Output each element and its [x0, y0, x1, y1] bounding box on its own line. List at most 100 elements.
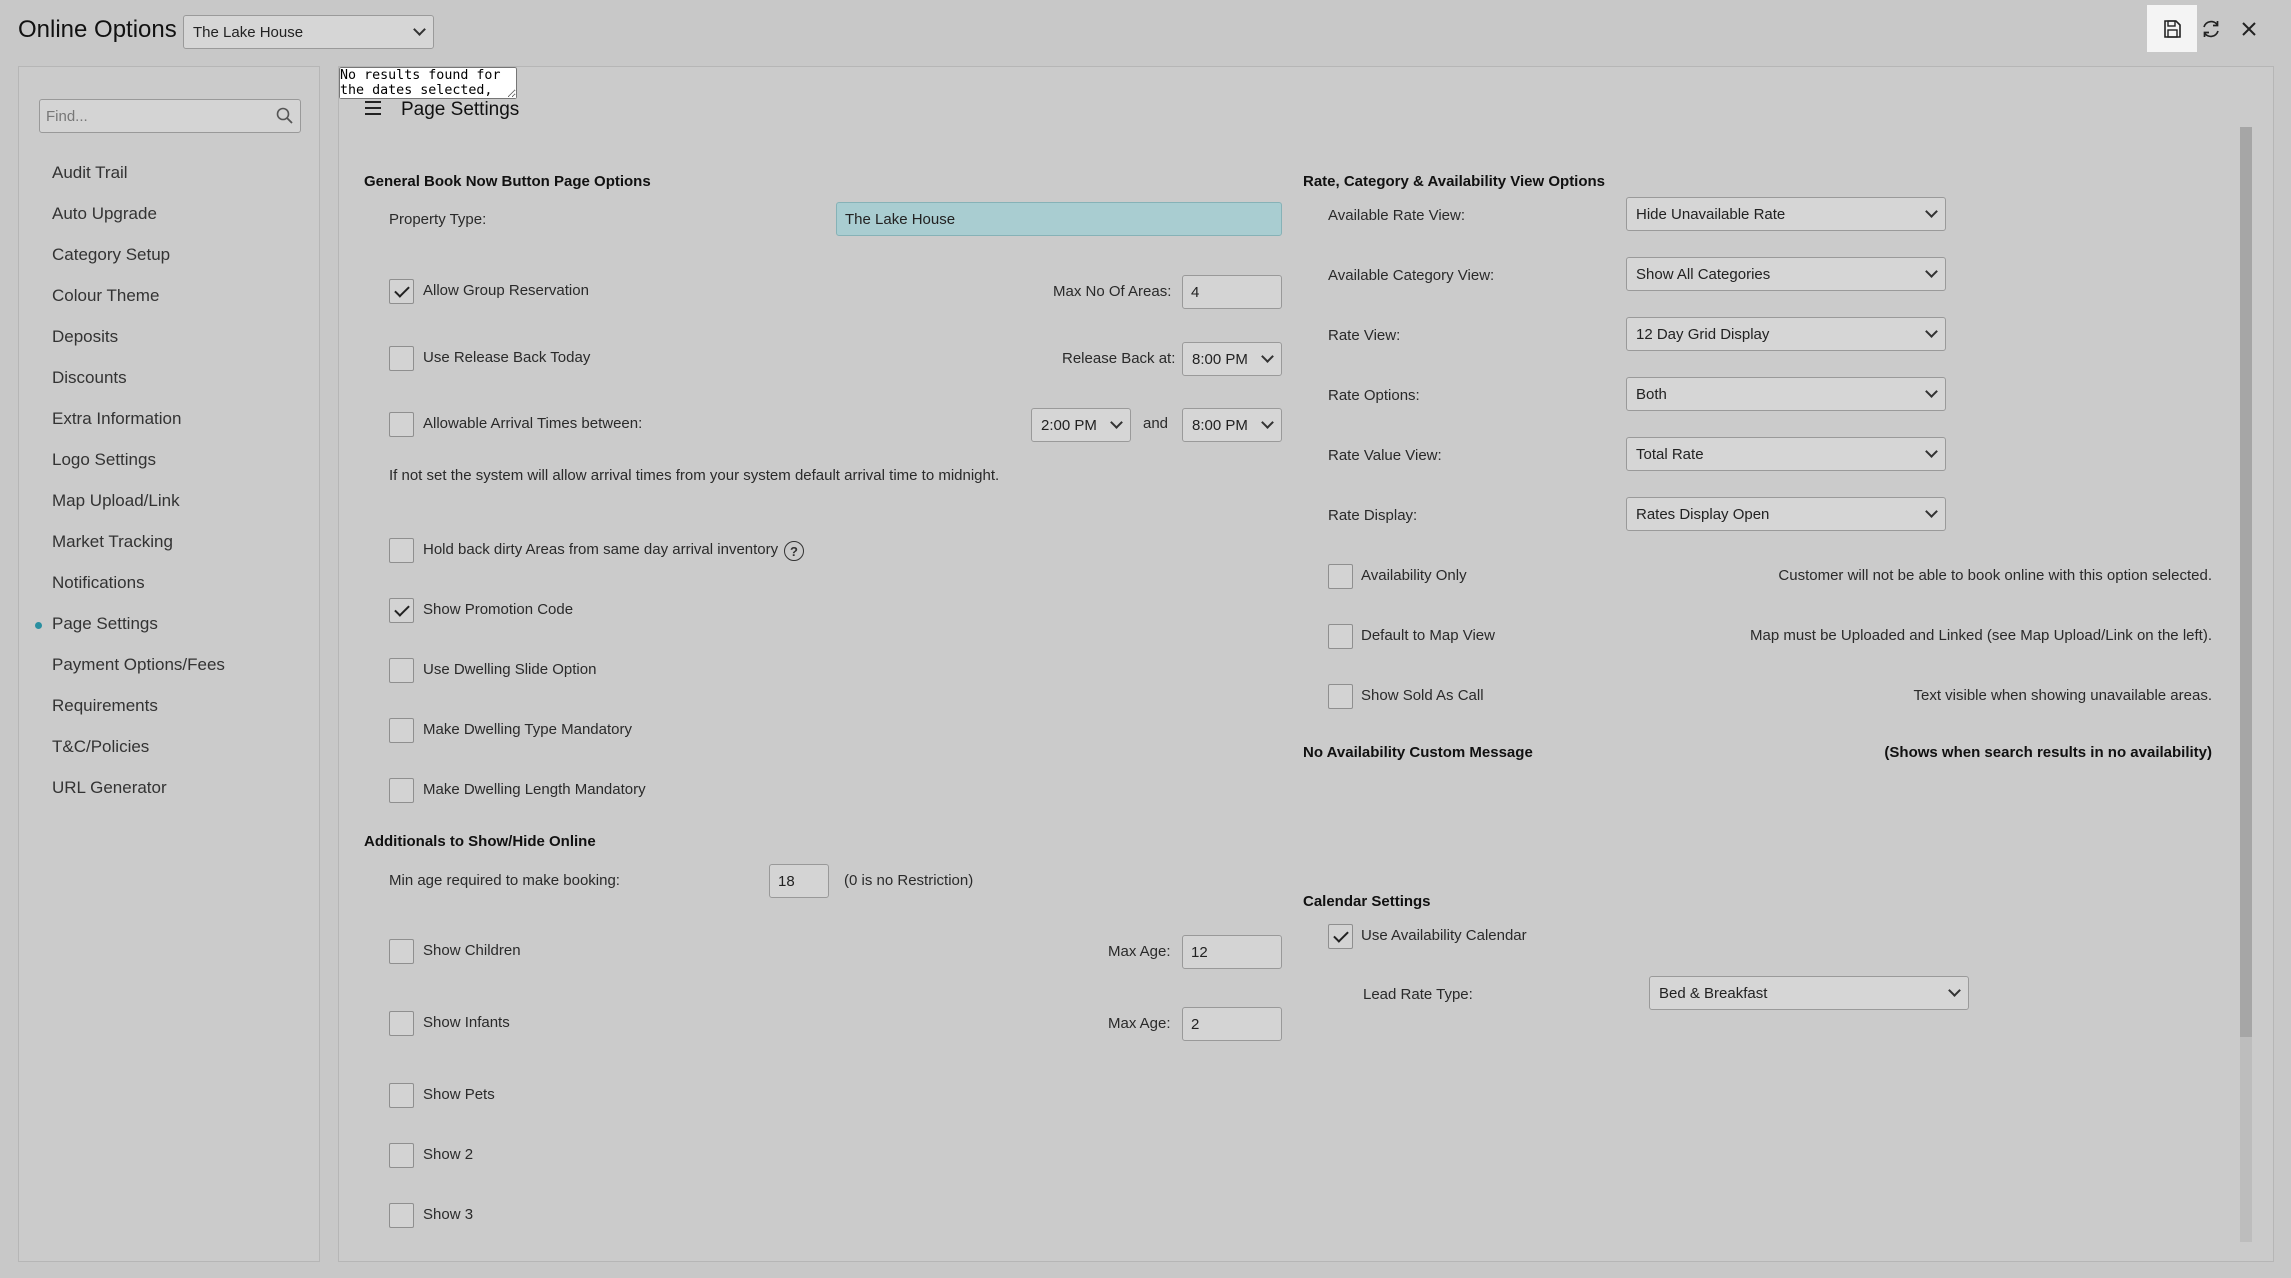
hold-back-checkbox[interactable] [389, 538, 414, 563]
use-calendar-label: Use Availability Calendar [1361, 927, 1527, 944]
chevron-down-icon [1110, 416, 1123, 429]
promo-code-label: Show Promotion Code [423, 601, 574, 618]
release-back-checkbox[interactable] [389, 346, 414, 371]
arrival-note: If not set the system will allow arrival… [389, 467, 1000, 484]
sidebar-item[interactable]: Auto Upgrade [52, 204, 157, 224]
use-calendar-checkbox[interactable] [1328, 924, 1353, 949]
no-availability-message[interactable] [339, 67, 517, 99]
rate-display-label: Rate Display: [1328, 507, 1418, 524]
show-3-checkbox[interactable] [389, 1203, 414, 1228]
chevron-down-icon [1925, 325, 1938, 338]
scrollbar-thumb[interactable] [2240, 127, 2252, 1037]
chevron-down-icon [1925, 385, 1938, 398]
general-heading: General Book Now Button Page Options [364, 173, 651, 190]
chevron-down-icon [413, 23, 426, 36]
property-type-label: Property Type: [389, 211, 487, 228]
arrival-and-label: and [1143, 415, 1169, 432]
search-icon[interactable] [274, 105, 296, 127]
arrival-to-value: 8:00 PM [1192, 416, 1248, 434]
show-pets-checkbox[interactable] [389, 1083, 414, 1108]
arrival-to-select[interactable]: 8:00 PM [1182, 408, 1282, 442]
default-map-checkbox[interactable] [1328, 624, 1353, 649]
arrival-from-value: 2:00 PM [1041, 416, 1097, 434]
sidebar-item[interactable]: Discounts [52, 368, 127, 388]
additionals-heading: Additionals to Show/Hide Online [364, 833, 596, 850]
lead-rate-value: Bed & Breakfast [1659, 984, 1768, 1002]
sidebar-item[interactable]: Category Setup [52, 245, 170, 265]
show-2-checkbox[interactable] [389, 1143, 414, 1168]
sidebar-item[interactable]: Logo Settings [52, 450, 156, 470]
menu-icon[interactable] [365, 101, 381, 119]
chevron-down-icon [1925, 445, 1938, 458]
sidebar-item[interactable]: Map Upload/Link [52, 491, 180, 511]
availability-only-label: Availability Only [1361, 567, 1467, 584]
sold-as-call-note: Text visible when showing unavailable ar… [1913, 687, 2212, 704]
dwelling-length-checkbox[interactable] [389, 778, 414, 803]
lead-rate-select[interactable]: Bed & Breakfast [1649, 976, 1969, 1010]
sidebar-item[interactable]: Market Tracking [52, 532, 173, 552]
close-button[interactable] [2226, 5, 2272, 52]
sold-as-call-checkbox[interactable] [1328, 684, 1353, 709]
allow-group-label: Allow Group Reservation [423, 282, 589, 299]
available-rate-label: Available Rate View: [1328, 207, 1466, 224]
rate-options-value: Both [1636, 385, 1667, 403]
availability-only-note: Customer will not be able to book online… [1778, 567, 2212, 584]
refresh-icon [2203, 20, 2219, 37]
sidebar-item[interactable]: Colour Theme [52, 286, 159, 306]
rate-value-view-select[interactable]: Total Rate [1626, 437, 1946, 471]
sidebar-item[interactable]: Deposits [52, 327, 118, 347]
release-back-at-label: Release Back at: [1062, 350, 1176, 367]
allow-group-checkbox[interactable] [389, 279, 414, 304]
chevron-down-icon [1948, 984, 1961, 997]
infants-max-age-input[interactable]: 2 [1182, 1007, 1282, 1041]
release-back-at-select[interactable]: 8:00 PM [1182, 342, 1282, 376]
sidebar-item[interactable]: Extra Information [52, 409, 181, 429]
chevron-down-icon [1261, 416, 1274, 429]
show-pets-label: Show Pets [423, 1086, 495, 1103]
sidebar-item[interactable]: Notifications [52, 573, 145, 593]
sidebar-item[interactable]: T&C/Policies [52, 737, 149, 757]
available-category-select[interactable]: Show All Categories [1626, 257, 1946, 291]
min-age-value: 18 [778, 872, 795, 890]
promo-code-checkbox[interactable] [389, 598, 414, 623]
rate-view-heading: Rate, Category & Availability View Optio… [1303, 173, 1606, 190]
available-rate-select[interactable]: Hide Unavailable Rate [1626, 197, 1946, 231]
sidebar-item[interactable]: Page Settings [52, 614, 158, 634]
dwelling-length-label: Make Dwelling Length Mandatory [423, 781, 646, 798]
show-infants-checkbox[interactable] [389, 1011, 414, 1036]
sidebar-item[interactable]: Payment Options/Fees [52, 655, 225, 675]
dwelling-slide-checkbox[interactable] [389, 658, 414, 683]
rate-options-select[interactable]: Both [1626, 377, 1946, 411]
sidebar-item[interactable]: Audit Trail [52, 163, 128, 183]
dwelling-type-label: Make Dwelling Type Mandatory [423, 721, 632, 738]
arrival-times-checkbox[interactable] [389, 412, 414, 437]
default-map-label: Default to Map View [1361, 627, 1495, 644]
sold-as-call-label: Show Sold As Call [1361, 687, 1484, 704]
hold-back-label: Hold back dirty Areas from same day arri… [423, 541, 779, 558]
sidebar-item[interactable]: Requirements [52, 696, 158, 716]
arrival-from-select[interactable]: 2:00 PM [1031, 408, 1131, 442]
rate-display-select[interactable]: Rates Display Open [1626, 497, 1946, 531]
infants-max-age-value: 2 [1191, 1015, 1200, 1033]
find-input[interactable] [39, 99, 301, 133]
help-icon[interactable]: ? [784, 541, 804, 561]
default-map-note: Map must be Uploaded and Linked (see Map… [1750, 627, 2212, 644]
property-type-field[interactable]: The Lake House [836, 202, 1282, 236]
availability-only-checkbox[interactable] [1328, 564, 1353, 589]
no-availability-heading: No Availability Custom Message [1303, 744, 1533, 761]
rate-view-select[interactable]: 12 Day Grid Display [1626, 317, 1946, 351]
property-select[interactable]: The Lake House [183, 15, 434, 49]
max-areas-input[interactable]: 4 [1182, 275, 1282, 309]
min-age-input[interactable]: 18 [769, 864, 829, 898]
rate-options-label: Rate Options: [1328, 387, 1420, 404]
sidebar-item[interactable]: URL Generator [52, 778, 167, 798]
available-category-value: Show All Categories [1636, 265, 1771, 283]
show-3-label: Show 3 [423, 1206, 474, 1223]
children-max-age-input[interactable]: 12 [1182, 935, 1282, 969]
dwelling-type-checkbox[interactable] [389, 718, 414, 743]
children-max-age-label: Max Age: [1108, 943, 1171, 960]
property-type-value: The Lake House [845, 210, 956, 228]
infants-max-age-label: Max Age: [1108, 1015, 1171, 1032]
show-children-checkbox[interactable] [389, 939, 414, 964]
property-select-value: The Lake House [193, 23, 304, 41]
